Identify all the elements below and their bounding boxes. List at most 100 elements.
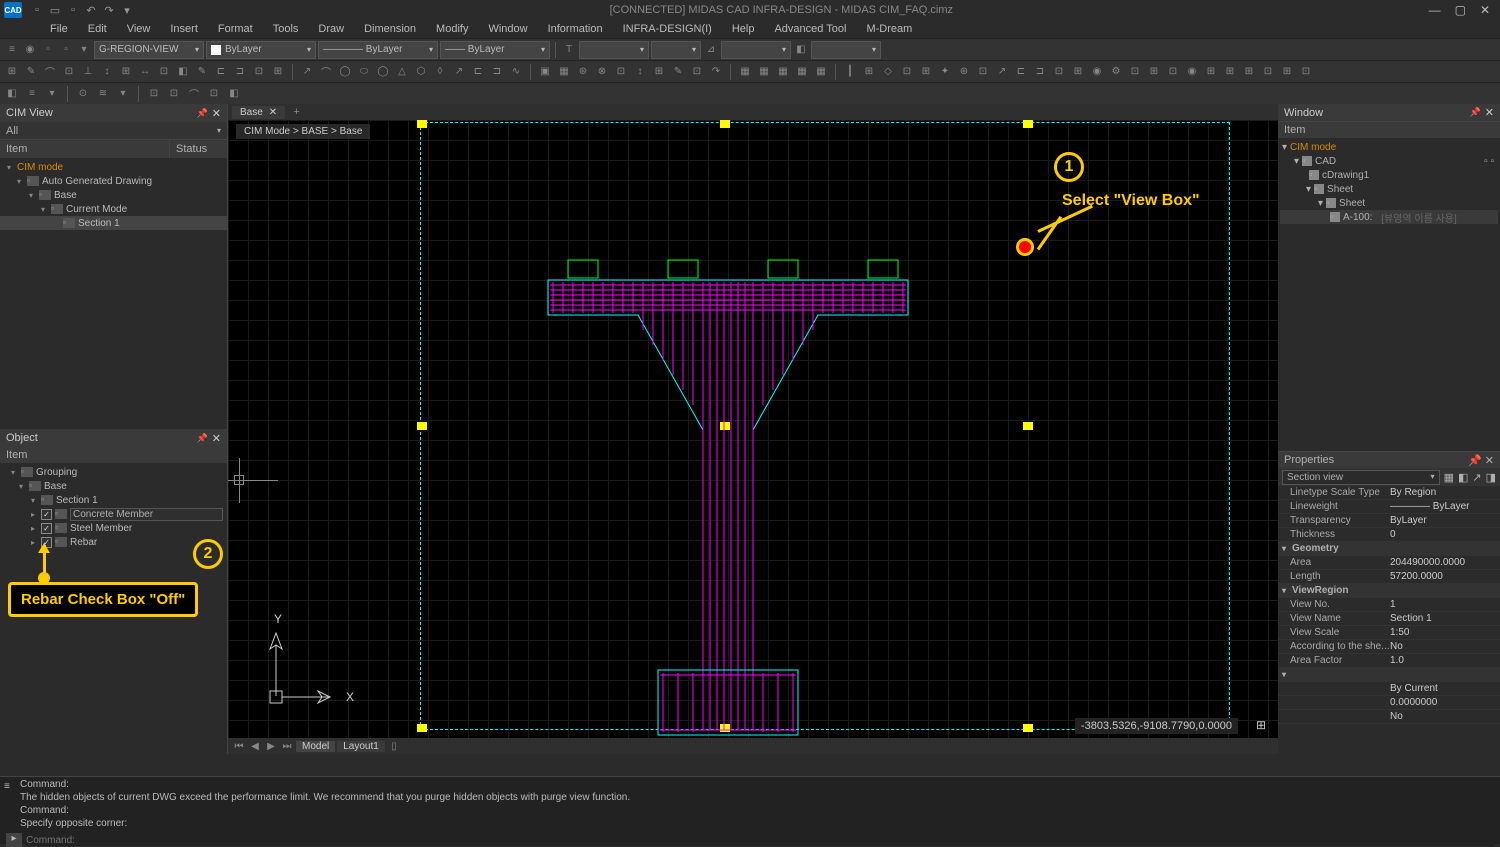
selection-handle[interactable]	[417, 120, 427, 128]
tool-icon[interactable]: ◯	[337, 64, 353, 80]
tab-close-icon[interactable]: ✕	[269, 107, 277, 118]
tool-icon[interactable]: ▫	[40, 42, 56, 58]
tool-icon[interactable]: ⊡	[613, 64, 629, 80]
tool-icon[interactable]: ⊡	[61, 64, 77, 80]
prop-row[interactable]: Linetype Scale TypeBy Region	[1278, 486, 1500, 500]
tool-icon[interactable]: ⊡	[689, 64, 705, 80]
tree-row[interactable]: ▾▫Section 1	[0, 493, 227, 507]
tool-icon[interactable]: ▦	[813, 64, 829, 80]
tool-icon[interactable]: ↕	[99, 64, 115, 80]
tool-icon[interactable]: ⊞	[118, 64, 134, 80]
tool-icon[interactable]: ✎	[670, 64, 686, 80]
tool-icon[interactable]: ⊏	[1013, 64, 1029, 80]
tool-icon[interactable]: ◯	[375, 64, 391, 80]
select[interactable]: ▾	[811, 41, 881, 59]
tool-icon[interactable]: ◧	[175, 64, 191, 80]
menu-dimension[interactable]: Dimension	[354, 21, 426, 37]
prop-row[interactable]: TransparencyByLayer	[1278, 514, 1500, 528]
redo-icon[interactable]: ↷	[102, 3, 116, 17]
prop-row[interactable]: Length57200.0000	[1278, 570, 1500, 584]
select[interactable]: ▾	[721, 41, 791, 59]
tool-icon[interactable]: ◧	[226, 86, 242, 102]
tool-icon[interactable]: ⊡	[1165, 64, 1181, 80]
tool-icon[interactable]: ⊡	[899, 64, 915, 80]
tree-row[interactable]: ▫cDrawing1	[1280, 168, 1498, 182]
tool-icon[interactable]: ▦	[756, 64, 772, 80]
tool-icon[interactable]: ↔	[137, 64, 153, 80]
tool-icon[interactable]: ⊐	[232, 64, 248, 80]
save-icon[interactable]: ▫	[66, 3, 80, 17]
tool-icon[interactable]: ◊	[432, 64, 448, 80]
tool-icon[interactable]: ▦	[556, 64, 572, 80]
tool-icon[interactable]: ▦	[794, 64, 810, 80]
prop-icon[interactable]: ◨	[1486, 471, 1496, 484]
filter-dropdown[interactable]: All▾	[0, 122, 227, 140]
selection-handle[interactable]	[1023, 120, 1033, 128]
tool-icon[interactable]: ⌒	[42, 64, 58, 80]
menu-window[interactable]: Window	[478, 21, 537, 37]
pin-icon[interactable]: 📌	[197, 108, 208, 119]
menu-file[interactable]: File	[40, 21, 78, 37]
prop-icon[interactable]: ▦	[1444, 471, 1454, 484]
tool-icon[interactable]: ◉	[1184, 64, 1200, 80]
tool-icon[interactable]: ◉	[22, 42, 38, 58]
prev-icon[interactable]: ◀	[248, 741, 262, 752]
menu-modify[interactable]: Modify	[426, 21, 478, 37]
selection-handle[interactable]	[417, 422, 427, 430]
tree-row-steel[interactable]: ▸✓▫Steel Member	[0, 521, 227, 535]
tool-icon[interactable]: ↷	[708, 64, 724, 80]
prop-category[interactable]: ▾ViewRegion	[1278, 584, 1500, 598]
menu-edit[interactable]: Edit	[78, 21, 117, 37]
textstyle-select[interactable]: ▾	[579, 41, 649, 59]
pin-icon[interactable]: 📌	[197, 433, 208, 444]
new-icon[interactable]: ▫	[30, 3, 44, 17]
tool-icon[interactable]: ⊡	[1298, 64, 1314, 80]
tree-row-selected[interactable]: ▫Section 1	[0, 216, 227, 230]
close-icon[interactable]: ✕	[212, 432, 221, 445]
tool-icon[interactable]: ⊐	[489, 64, 505, 80]
tool-icon[interactable]: ≡	[24, 86, 40, 102]
tool-icon[interactable]: ⊿	[703, 42, 719, 58]
tool-icon[interactable]: ✦	[937, 64, 953, 80]
tool-icon[interactable]: ◧	[4, 86, 20, 102]
tool-icon[interactable]: ▦	[737, 64, 753, 80]
tool-icon[interactable]: ⊏	[213, 64, 229, 80]
tool-icon[interactable]: ⌒	[318, 64, 334, 80]
tool-icon[interactable]: ⊛	[956, 64, 972, 80]
tool-icon[interactable]: ⊡	[166, 86, 182, 102]
object-type-select[interactable]: Section view ▾	[1282, 470, 1440, 485]
tool-icon[interactable]: ⊞	[918, 64, 934, 80]
tool-icon[interactable]: △	[394, 64, 410, 80]
tool-icon[interactable]: ↕	[632, 64, 648, 80]
tool-icon[interactable]: ⊞	[1222, 64, 1238, 80]
first-icon[interactable]: ⏮	[232, 741, 246, 752]
scroll-icon[interactable]: ▯	[387, 741, 401, 752]
tool-icon[interactable]: ⊙	[75, 86, 91, 102]
menu-tools[interactable]: Tools	[263, 21, 309, 37]
tool-icon[interactable]: ⊡	[1127, 64, 1143, 80]
tree-row[interactable]: ▾▫Sheet	[1280, 196, 1498, 210]
tool-icon[interactable]: ∿	[508, 64, 524, 80]
tab-layout1[interactable]: Layout1	[337, 741, 385, 752]
tool-icon[interactable]: ⚙	[1108, 64, 1124, 80]
menu-advanced[interactable]: Advanced Tool	[764, 21, 856, 37]
tree-row[interactable]: ▾CIM mode	[1280, 140, 1498, 154]
dim-select[interactable]: ▾	[651, 41, 701, 59]
tool-icon[interactable]: ◇	[880, 64, 896, 80]
tree-row-selected[interactable]: ▫A-100: [뷰영역 이름 사용]	[1280, 210, 1498, 224]
tool-icon[interactable]: ⊐	[1032, 64, 1048, 80]
close-icon[interactable]: ✕	[212, 107, 221, 120]
tool-icon[interactable]: ⊏	[470, 64, 486, 80]
tool-icon[interactable]: ⊛	[575, 64, 591, 80]
menu-help[interactable]: Help	[722, 21, 765, 37]
menu-information[interactable]: Information	[538, 21, 613, 37]
tree-row-rebar[interactable]: ▸✓▫Rebar	[0, 535, 227, 549]
tab-base[interactable]: Base✕	[232, 106, 285, 119]
prop-row[interactable]: Area Factor1.0	[1278, 654, 1500, 668]
tool-icon[interactable]: ⌒	[186, 86, 202, 102]
tool-icon[interactable]: ⊡	[1051, 64, 1067, 80]
prop-category[interactable]: ▾	[1278, 668, 1500, 682]
tool-icon[interactable]: ◧	[793, 42, 809, 58]
prop-row[interactable]: View No.1	[1278, 598, 1500, 612]
tool-icon[interactable]: ↗	[994, 64, 1010, 80]
